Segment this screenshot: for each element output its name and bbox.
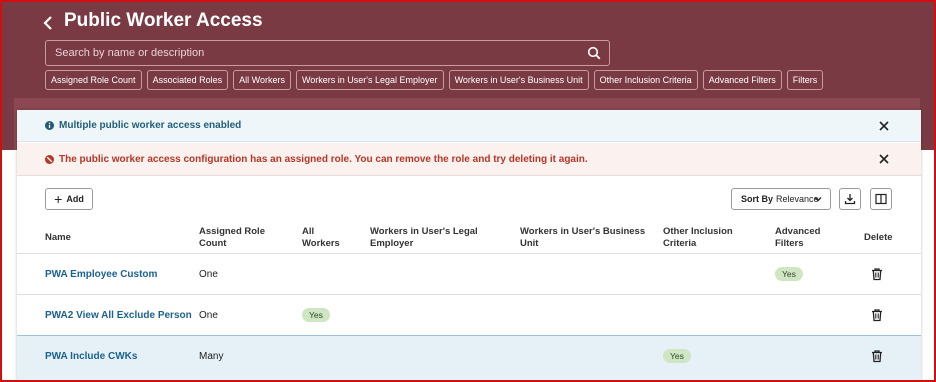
column-header-delete: Delete [864, 232, 893, 243]
trash-icon [872, 350, 882, 363]
table-row[interactable]: PWA Include CWKs Many Yes [17, 335, 921, 382]
filter-chip-legal-employer[interactable]: Workers in User's Legal Employer [295, 70, 444, 90]
row-name-link[interactable]: PWA Include CWKs [45, 351, 137, 362]
search-bar [45, 40, 610, 66]
column-header-assigned-role-count[interactable]: Assigned Role Count [199, 226, 279, 250]
filter-chip-other-inclusion-criteria[interactable]: Other Inclusion Criteria [593, 70, 698, 90]
other-criteria-badge: Yes [663, 349, 691, 363]
filter-chip-advanced-filters[interactable]: Advanced Filters [702, 70, 782, 90]
trash-icon [872, 268, 882, 281]
filter-chip-filters[interactable]: Filters [786, 70, 824, 90]
page-title: Public Worker Access [64, 10, 263, 31]
close-icon [879, 154, 889, 164]
close-info-banner-button[interactable] [877, 119, 891, 133]
table-row[interactable]: PWA Employee Custom One Yes [17, 253, 921, 294]
advanced-filters-badge: Yes [775, 267, 803, 281]
chevron-down-icon [814, 197, 822, 202]
add-button-label: Add [66, 194, 84, 204]
add-button[interactable]: + Add [45, 188, 93, 210]
error-banner-message: The public worker access configuration h… [59, 153, 588, 165]
column-header-other-inclusion-criteria[interactable]: Other Inclusion Criteria [663, 226, 743, 250]
row-assigned-role-count: Many [199, 350, 224, 362]
column-layout-button[interactable] [870, 188, 892, 210]
search-icon[interactable] [587, 46, 601, 60]
trash-icon [872, 309, 882, 322]
column-header-all-workers[interactable]: All Workers [302, 226, 352, 250]
sort-by-prefix: Sort By [741, 194, 774, 204]
filter-chip-bar: Assigned Role Count Associated Roles All… [45, 70, 824, 90]
delete-row-button[interactable] [870, 295, 884, 335]
download-icon [844, 194, 856, 205]
delete-row-button[interactable] [870, 254, 884, 294]
error-icon [45, 154, 54, 164]
close-error-banner-button[interactable] [877, 152, 891, 166]
column-header-advanced-filters[interactable]: Advanced Filters [775, 226, 835, 250]
column-header-business-unit[interactable]: Workers in User's Business Unit [520, 226, 650, 250]
export-button[interactable] [839, 188, 861, 210]
column-header-legal-employer[interactable]: Workers in User's Legal Employer [370, 226, 490, 250]
info-banner-message: Multiple public worker access enabled [59, 120, 242, 131]
back-button[interactable] [40, 12, 58, 32]
row-name-link[interactable]: PWA Employee Custom [45, 269, 157, 280]
info-banner: Multiple public worker access enabled [17, 110, 921, 142]
info-icon [45, 121, 54, 130]
plus-icon: + [54, 191, 63, 207]
chevron-left-icon [43, 16, 52, 30]
columns-icon [875, 193, 887, 205]
sort-by-dropdown[interactable]: Sort By Relevance [731, 188, 831, 210]
filter-chip-associated-roles[interactable]: Associated Roles [146, 70, 229, 90]
filter-chip-business-unit[interactable]: Workers in User's Business Unit [448, 70, 589, 90]
results-card: Multiple public worker access enabled Th… [17, 110, 921, 382]
row-assigned-role-count: One [199, 268, 218, 280]
close-icon [879, 120, 889, 131]
row-assigned-role-count: One [199, 309, 218, 321]
error-banner: The public worker access configuration h… [17, 143, 921, 176]
delete-row-button[interactable] [870, 336, 884, 376]
row-name-link[interactable]: PWA2 View All Exclude Person [45, 310, 192, 321]
all-workers-badge: Yes [302, 308, 330, 322]
table-row[interactable]: PWA2 View All Exclude Person One Yes [17, 294, 921, 335]
column-header-name[interactable]: Name [45, 232, 71, 244]
search-input[interactable] [46, 41, 576, 65]
filter-chip-assigned-role-count[interactable]: Assigned Role Count [45, 70, 142, 90]
filter-chip-all-workers[interactable]: All Workers [233, 70, 291, 90]
